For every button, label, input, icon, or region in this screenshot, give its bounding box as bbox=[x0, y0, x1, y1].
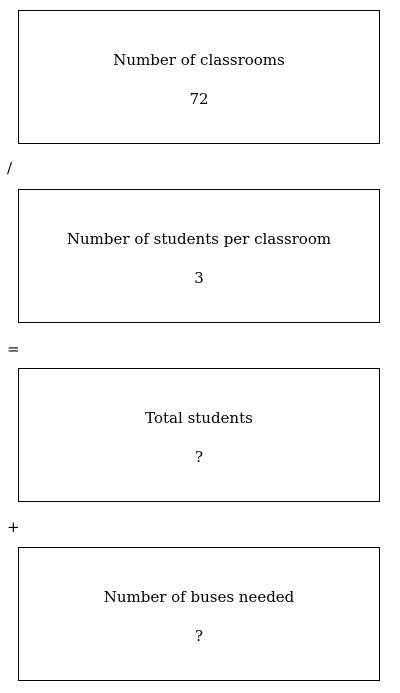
step-label: Number of students per classroom bbox=[66, 230, 332, 248]
step-value: ? bbox=[194, 448, 204, 466]
step-label: Number of classrooms bbox=[113, 51, 285, 69]
step-box-total-students: Total students ? bbox=[18, 368, 380, 502]
step-label: Total students bbox=[145, 409, 253, 427]
step-box-students-per-classroom: Number of students per classroom 3 bbox=[18, 189, 380, 323]
step-value: 72 bbox=[189, 90, 209, 108]
operator-plus: + bbox=[7, 518, 20, 536]
operator-equals: = bbox=[7, 340, 20, 358]
step-box-buses-needed: Number of buses needed ? bbox=[18, 547, 380, 681]
operator-divide: / bbox=[7, 159, 13, 177]
step-box-classrooms: Number of classrooms 72 bbox=[18, 10, 380, 144]
step-value: ? bbox=[194, 627, 204, 645]
step-value: 3 bbox=[194, 269, 204, 287]
step-label: Number of buses needed bbox=[103, 588, 295, 606]
